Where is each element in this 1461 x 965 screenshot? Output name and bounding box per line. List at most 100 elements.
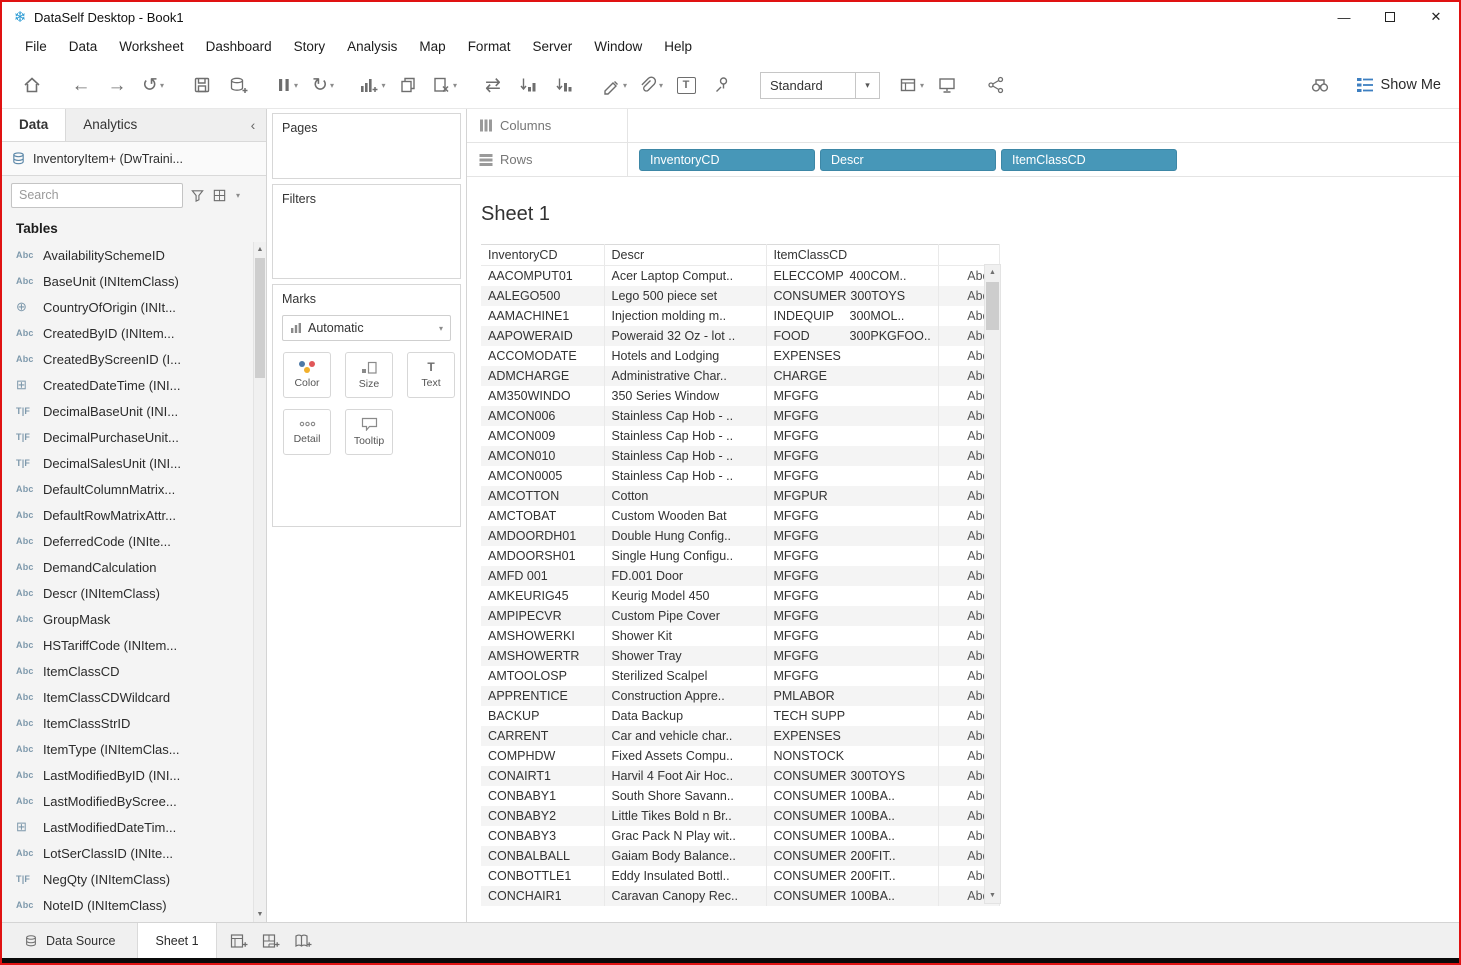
field-item[interactable]: AbcLastModifiedByScree...	[2, 788, 253, 814]
highlight-button[interactable]: ▾	[599, 69, 629, 101]
pill-itemclasscd[interactable]: ItemClassCD	[1001, 149, 1177, 171]
scroll-up-icon[interactable]: ▲	[254, 242, 266, 257]
tab-data[interactable]: Data	[2, 109, 66, 141]
search-box[interactable]	[11, 183, 183, 208]
maximize-button[interactable]	[1367, 2, 1413, 32]
collapse-pane-icon[interactable]: ‹	[240, 109, 266, 141]
menu-item-window[interactable]: Window	[583, 32, 653, 62]
table-scroll-up-icon[interactable]: ▲	[985, 265, 1000, 280]
field-item[interactable]: T|FDecimalPurchaseUnit...	[2, 424, 253, 450]
table-row[interactable]: CARRENTCar and vehicle char..EXPENSESAbc	[481, 726, 999, 746]
table-row[interactable]: CONCHAIR1Caravan Canopy Rec..CONSUMER100…	[481, 886, 999, 906]
table-scrollbar-thumb[interactable]	[986, 282, 999, 330]
text-label-button[interactable]: T	[671, 69, 701, 101]
pages-shelf[interactable]: Pages	[272, 113, 461, 179]
table-row[interactable]: AMCTOBATCustom Wooden BatMFGFGAbc	[481, 506, 999, 526]
view-options-caret-icon[interactable]: ▾	[236, 191, 240, 200]
field-item[interactable]: AbcCreatedByScreenID (I...	[2, 346, 253, 372]
menu-item-worksheet[interactable]: Worksheet	[108, 32, 194, 62]
field-item[interactable]: AbcDeferredCode (INIte...	[2, 528, 253, 554]
fix-axes-button[interactable]	[707, 69, 737, 101]
format-attach-button[interactable]: ▾	[635, 69, 665, 101]
field-item[interactable]: ⊞CreatedDateTime (INI...	[2, 372, 253, 398]
replay-button[interactable]: ↺▾	[138, 69, 168, 101]
columns-shelf[interactable]: Columns	[467, 109, 1459, 143]
new-dashboard-tab-button[interactable]	[257, 927, 285, 955]
field-item[interactable]: ⊕CountryOfOrigin (INIt...	[2, 294, 253, 320]
menu-item-format[interactable]: Format	[457, 32, 522, 62]
table-row[interactable]: AAPOWERAIDPoweraid 32 Oz - lot ..FOOD300…	[481, 326, 999, 346]
minimize-button[interactable]: —	[1321, 2, 1367, 32]
table-scrollbar[interactable]: ▲ ▼	[984, 264, 1001, 904]
field-item[interactable]: T|FNegQty (INItemClass)	[2, 866, 253, 892]
color-button[interactable]: Color	[283, 352, 331, 398]
sheet1-tab[interactable]: Sheet 1	[138, 923, 216, 958]
field-item[interactable]: AbcNoteID (INItemClass)	[2, 892, 253, 918]
field-item[interactable]: AbcItemClassCD	[2, 658, 253, 684]
home-button[interactable]	[17, 69, 47, 101]
menu-item-analysis[interactable]: Analysis	[336, 32, 408, 62]
menu-item-data[interactable]: Data	[58, 32, 109, 62]
menu-item-file[interactable]: File	[14, 32, 58, 62]
swap-rows-columns-button[interactable]: ⇄	[478, 69, 508, 101]
fit-selector[interactable]: Standard ▾	[760, 72, 880, 99]
table-row[interactable]: AMKEURIG45Keurig Model 450MFGFGAbc	[481, 586, 999, 606]
table-row[interactable]: AAMACHINE1Injection molding m..INDEQUIP3…	[481, 306, 999, 326]
table-row[interactable]: CONBABY1South Shore Savann..CONSUMER100B…	[481, 786, 999, 806]
fit-selector-caret-icon[interactable]: ▾	[855, 73, 879, 98]
table-row[interactable]: AACOMPUT01Acer Laptop Comput..ELECCOMP40…	[481, 266, 999, 286]
new-story-tab-button[interactable]	[289, 927, 317, 955]
find-button[interactable]	[1305, 69, 1335, 101]
field-item[interactable]: AbcDemandCalculation	[2, 554, 253, 580]
share-button[interactable]	[981, 69, 1011, 101]
presentation-mode-button[interactable]	[932, 69, 962, 101]
clear-sheet-button[interactable]: ▾	[429, 69, 459, 101]
table-row[interactable]: CONAIRT1Harvil 4 Foot Air Hoc..CONSUMER3…	[481, 766, 999, 786]
size-button[interactable]: Size	[345, 352, 393, 398]
field-item[interactable]: AbcItemClassCDWildcard	[2, 684, 253, 710]
menu-item-map[interactable]: Map	[408, 32, 456, 62]
table-row[interactable]: AMSHOWERTRShower TrayMFGFGAbc	[481, 646, 999, 666]
data-source-tab[interactable]: Data Source	[2, 923, 138, 958]
redo-button[interactable]: →	[102, 69, 132, 101]
sort-descending-button[interactable]	[550, 69, 580, 101]
menu-item-dashboard[interactable]: Dashboard	[195, 32, 283, 62]
field-item[interactable]: T|FDecimalBaseUnit (INI...	[2, 398, 253, 424]
table-row[interactable]: AM350WINDO350 Series WindowMFGFGAbc	[481, 386, 999, 406]
table-row[interactable]: AALEGO500Lego 500 piece setCONSUMER300TO…	[481, 286, 999, 306]
new-worksheet-button[interactable]: ▾	[357, 69, 387, 101]
table-row[interactable]: CONBABY2Little Tikes Bold n Br..CONSUMER…	[481, 806, 999, 826]
table-row[interactable]: AMCOTTONCottonMFGPURAbc	[481, 486, 999, 506]
scroll-down-icon[interactable]: ▼	[254, 907, 266, 922]
field-item[interactable]: AbcBaseUnit (INItemClass)	[2, 268, 253, 294]
table-row[interactable]: AMPIPECVRCustom Pipe CoverMFGFGAbc	[481, 606, 999, 626]
table-row[interactable]: BACKUPData BackupTECH SUPPAbc	[481, 706, 999, 726]
column-header-inventorycd[interactable]: InventoryCD	[481, 245, 604, 266]
field-item[interactable]: AbcItemClassStrID	[2, 710, 253, 736]
field-item[interactable]: AbcHSTariffCode (INItem...	[2, 632, 253, 658]
field-item[interactable]: AbcAvailabilitySchemeID	[2, 242, 253, 268]
table-row[interactable]: COMPHDWFixed Assets Compu..NONSTOCKAbc	[481, 746, 999, 766]
table-row[interactable]: AMCON010Stainless Cap Hob - ..MFGFGAbc	[481, 446, 999, 466]
menu-item-story[interactable]: Story	[283, 32, 337, 62]
field-item[interactable]: AbcDefaultRowMatrixAttr...	[2, 502, 253, 528]
scrollbar-thumb[interactable]	[255, 258, 265, 378]
datasource-row[interactable]: InventoryItem+ (DwTraini...	[2, 142, 266, 176]
filter-fields-icon[interactable]	[190, 188, 205, 203]
show-hide-cards-button[interactable]: ▾	[896, 69, 926, 101]
column-header-descr[interactable]: Descr	[604, 245, 766, 266]
undo-button[interactable]: ←	[66, 69, 96, 101]
table-row[interactable]: ADMCHARGEAdministrative Char..CHARGEAbc	[481, 366, 999, 386]
run-update-button[interactable]: ↻▾	[308, 69, 338, 101]
field-item[interactable]: AbcLastModifiedByID (INI...	[2, 762, 253, 788]
table-row[interactable]: CONBOTTLE1Eddy Insulated Bottl..CONSUMER…	[481, 866, 999, 886]
duplicate-button[interactable]	[393, 69, 423, 101]
detail-button[interactable]: Detail	[283, 409, 331, 455]
save-button[interactable]	[187, 69, 217, 101]
table-row[interactable]: ACCOMODATEHotels and LodgingEXPENSESAbc	[481, 346, 999, 366]
field-item[interactable]: AbcItemType (INItemClas...	[2, 736, 253, 762]
menu-item-server[interactable]: Server	[521, 32, 583, 62]
table-row[interactable]: AMCON009Stainless Cap Hob - ..MFGFGAbc	[481, 426, 999, 446]
table-row[interactable]: AMDOORDH01Double Hung Config..MFGFGAbc	[481, 526, 999, 546]
sidebar-scrollbar[interactable]: ▲ ▼	[253, 242, 266, 922]
